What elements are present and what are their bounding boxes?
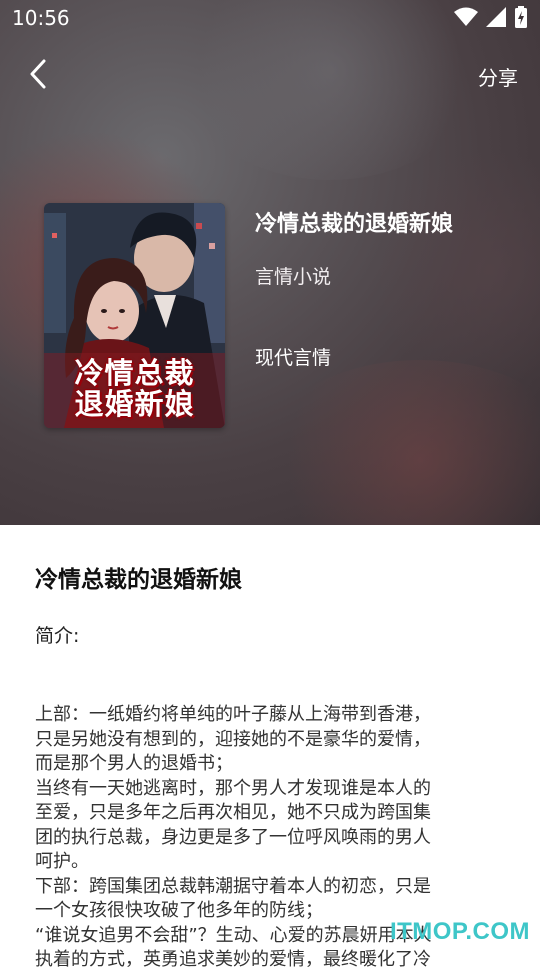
watermark: ITMOP.COM (389, 918, 530, 945)
wifi-icon (454, 7, 478, 26)
cover-title: 冷情总裁 退婚新娘 (44, 358, 225, 420)
cover-title-line: 冷情总裁 (74, 356, 195, 390)
book-category: 言情小说 (255, 266, 332, 288)
status-time: 10:56 (12, 6, 70, 30)
book-detail-panel: 冷情总裁的退婚新娘 简介: 上部：一纸婚约将单纯的叶子藤从上海带到香港， 只是另… (0, 525, 540, 970)
cover-title-line: 退婚新娘 (74, 387, 195, 421)
share-button[interactable]: 分享 (478, 62, 518, 91)
intro-label: 简介: (35, 625, 80, 647)
status-bar: 10:56 (0, 0, 540, 36)
book-cover: 冷情总裁 退婚新娘 (44, 203, 225, 428)
status-icons (454, 6, 528, 28)
book-header-background: 10:56 分享 冷情总裁 退婚新娘 冷情总裁的退婚新娘 言情小说 现代言情 (0, 0, 540, 525)
book-title: 冷情总裁的退婚新娘 (255, 212, 454, 237)
battery-charging-icon (515, 6, 527, 28)
chevron-left-icon (30, 59, 46, 89)
back-button[interactable] (22, 56, 58, 92)
book-tag: 现代言情 (255, 347, 332, 369)
detail-title: 冷情总裁的退婚新娘 (35, 567, 242, 593)
signal-icon (486, 7, 506, 27)
